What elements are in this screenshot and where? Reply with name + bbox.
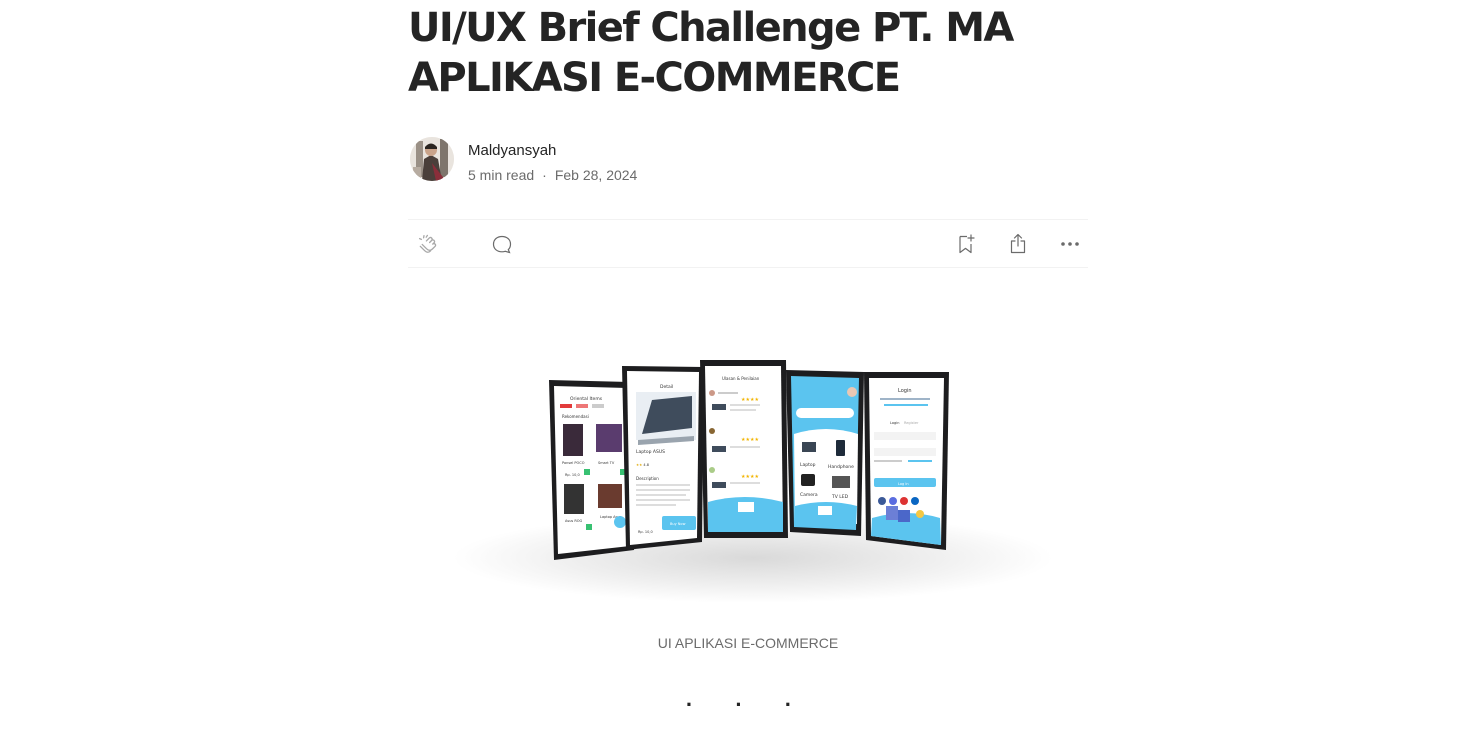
- screen1-section: Rekomendasi: [562, 414, 589, 419]
- phone-mockup-categories: Laptop Handphone Camera TV LED: [786, 370, 864, 536]
- section-break: · · ·: [685, 692, 811, 717]
- screen4-cat-3: Camera: [800, 492, 818, 498]
- phone-mockup-detail: Detail Laptop ASUS ★★ 4.8 Description Rp…: [622, 366, 704, 550]
- screen4-cat-1: Laptop: [800, 462, 816, 468]
- article-meta: 5 min read · Feb 28, 2024: [468, 167, 637, 183]
- screen2-rating: 4.8: [643, 463, 649, 467]
- action-bar: [408, 219, 1088, 268]
- phone-mockup-reviews: Ulasan & Penilaian ★★★★ ★★★★ ★★★★: [700, 360, 788, 538]
- screen4-cat-4: TV LED: [831, 494, 849, 500]
- share-icon[interactable]: [1006, 232, 1030, 256]
- svg-text:★★★★: ★★★★: [741, 397, 759, 403]
- screen1-item-2: Smart TV: [598, 461, 615, 465]
- read-time: 5 min read: [468, 167, 535, 183]
- screen5-button: Log In: [898, 482, 909, 486]
- bookmark-add-icon[interactable]: [954, 232, 978, 256]
- screen1-price: Rp. 10,0: [565, 473, 580, 477]
- comment-icon[interactable]: [490, 232, 514, 256]
- screen2-section: Description: [636, 476, 659, 481]
- screen1-item-3: Asus ROG: [565, 519, 583, 523]
- screen1-item-1: Ponsel POCO: [562, 461, 585, 465]
- author-name[interactable]: Maldyansyah: [468, 142, 556, 159]
- screen2-buy-label: Buy Now: [670, 522, 686, 526]
- svg-text:★★★★: ★★★★: [741, 474, 759, 480]
- screen2-title: Detail: [660, 384, 673, 390]
- screen2-product: Laptop ASUS: [636, 449, 665, 455]
- meta-separator: ·: [542, 167, 547, 183]
- author-row: Maldyansyah 5 min read · Feb 28, 2024: [408, 137, 1088, 183]
- phone-mockup-login: Login Login Register Log In: [864, 372, 949, 550]
- screen4-cat-2: Handphone: [828, 464, 854, 470]
- image-caption: UI APLIKASI E-COMMERCE: [657, 635, 839, 651]
- screen2-price: Rp. 10,0: [638, 530, 653, 534]
- screen5-title: Login: [898, 388, 912, 394]
- screen5-tab-login: Login: [890, 421, 899, 425]
- author-avatar[interactable]: [410, 137, 454, 181]
- screen3-title: Ulasan & Penilaian: [722, 376, 760, 381]
- screen1-title: Oriental Items: [570, 396, 603, 402]
- more-icon[interactable]: [1058, 232, 1082, 256]
- screen5-tab-register: Register: [904, 421, 919, 425]
- hero-image[interactable]: Oriental Items Rekomendasi Ponsel POCO S…: [408, 300, 1088, 620]
- publish-date: Feb 28, 2024: [554, 167, 638, 183]
- phone-mockup-listing: Oriental Items Rekomendasi Ponsel POCO S…: [549, 380, 634, 560]
- article-title: UI/UX Brief Challenge PT. MA APLIKASI E-…: [408, 5, 1014, 101]
- svg-text:★★★★: ★★★★: [741, 437, 759, 443]
- svg-text:★★ 4.8: ★★ 4.8: [636, 463, 649, 467]
- clap-icon[interactable]: [416, 232, 440, 256]
